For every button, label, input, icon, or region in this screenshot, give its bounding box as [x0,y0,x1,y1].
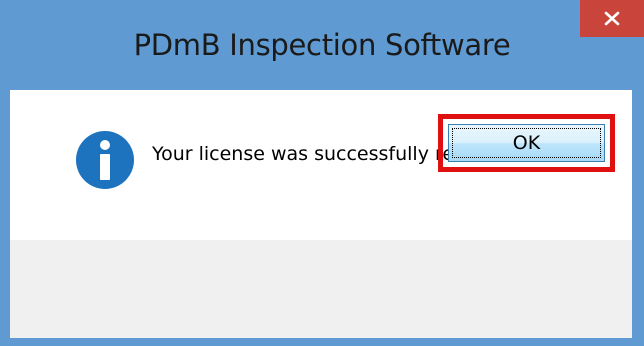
title-bar[interactable]: PDmB Inspection Software [0,0,644,90]
info-icon [76,131,134,189]
close-icon [604,11,620,26]
window-title: PDmB Inspection Software [133,28,511,62]
dialog-window: PDmB Inspection Software Your license wa… [0,0,644,346]
ok-button-label: OK [512,132,541,154]
close-button[interactable] [580,0,644,37]
ok-button[interactable]: OK [448,124,605,162]
button-area [10,240,632,338]
